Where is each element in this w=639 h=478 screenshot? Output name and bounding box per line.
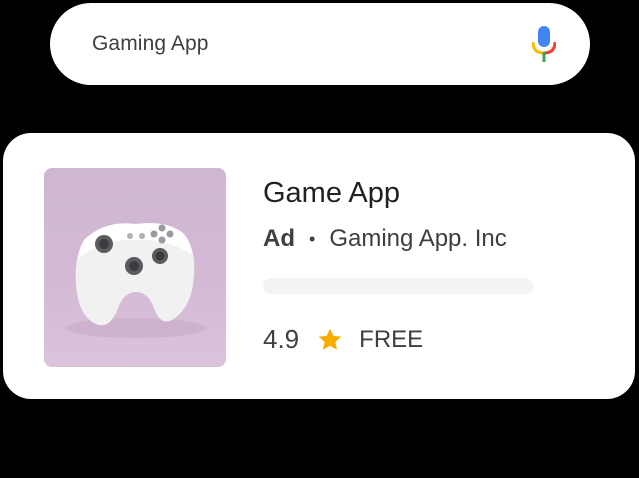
app-meta: Ad • Gaming App. Inc — [263, 225, 507, 253]
mic-icon[interactable] — [532, 26, 556, 62]
search-bar[interactable]: Gaming App — [50, 3, 590, 85]
app-ad-card[interactable]: Game App Ad • Gaming App. Inc 4.9 FREE — [3, 133, 635, 399]
price-label: FREE — [359, 325, 424, 353]
game-controller-image — [44, 168, 226, 367]
star-icon — [299, 327, 359, 353]
app-title[interactable]: Game App — [263, 177, 400, 210]
search-query[interactable]: Gaming App — [92, 32, 532, 56]
separator-dot: • — [309, 228, 316, 249]
rating-row: 4.9 FREE — [263, 324, 423, 355]
placeholder-bar — [263, 278, 533, 294]
developer-name: Gaming App. Inc — [329, 225, 507, 252]
ad-badge: Ad — [263, 225, 295, 252]
rating-value: 4.9 — [263, 324, 300, 354]
